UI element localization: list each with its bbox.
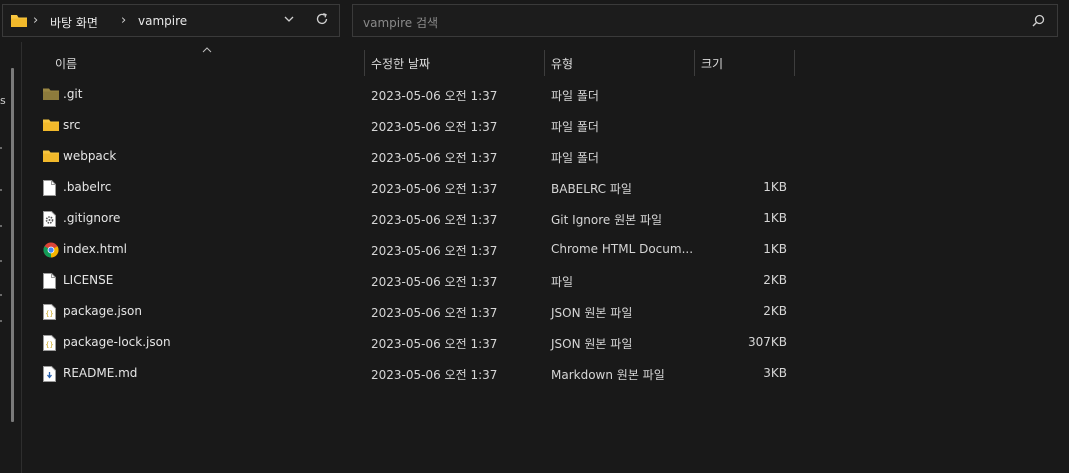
file-size: 307KB	[747, 335, 787, 349]
file-row[interactable]: README.md 2023-05-06 오전 1:37 Markdown 원본 파…	[22, 358, 1069, 389]
svg-text:{}: {}	[45, 310, 53, 318]
markdown-file-icon	[43, 366, 59, 382]
file-size: 1KB	[763, 211, 787, 225]
file-row[interactable]: {} package.json 2023-05-06 오전 1:37 JSON 원본 …	[22, 296, 1069, 327]
file-size: 1KB	[763, 242, 787, 256]
file-row[interactable]: src 2023-05-06 오전 1:37 파일 폴더	[22, 110, 1069, 141]
file-row[interactable]: LICENSE 2023-05-06 오전 1:37 파일 2KB	[22, 265, 1069, 296]
file-name[interactable]: .gitignore	[63, 211, 120, 225]
folder-dark-icon	[43, 87, 59, 103]
column-divider[interactable]	[694, 50, 695, 76]
column-divider[interactable]	[364, 50, 365, 76]
file-date: 2023-05-06 오전 1:37	[371, 182, 498, 196]
file-type: Markdown 원본 파일	[551, 368, 665, 382]
file-type: 파일 폴더	[551, 151, 599, 165]
column-header: 이름 수정한 날짜 유형 크기	[22, 44, 1069, 78]
file-row[interactable]: index.html 2023-05-06 오전 1:37 Chrome HTML …	[22, 234, 1069, 265]
file-type: Git Ignore 원본 파일	[551, 213, 663, 227]
file-name[interactable]: .git	[63, 87, 82, 101]
file-size: 1KB	[763, 180, 787, 194]
chevron-down-icon[interactable]	[283, 13, 295, 28]
breadcrumb-vampire[interactable]: vampire	[138, 14, 187, 28]
breadcrumb-desktop[interactable]: 바탕 화면	[50, 14, 98, 31]
file-row[interactable]: {} package-lock.json 2023-05-06 오전 1:37 JSO…	[22, 327, 1069, 358]
file-date: 2023-05-06 오전 1:37	[371, 89, 498, 103]
column-size[interactable]: 크기	[701, 55, 723, 72]
breadcrumb-chevron-icon[interactable]: ›	[121, 13, 126, 28]
file-row[interactable]: webpack 2023-05-06 오전 1:37 파일 폴더	[22, 141, 1069, 172]
nav-label-fragment: s	[0, 94, 6, 107]
gear-file-icon	[43, 211, 59, 227]
search-input[interactable]: vampire 검색	[363, 14, 438, 31]
column-type[interactable]: 유형	[551, 55, 573, 72]
file-row[interactable]: .gitignore 2023-05-06 오전 1:37 Git Ignore 원…	[22, 203, 1069, 234]
file-row[interactable]: .babelrc 2023-05-06 오전 1:37 BABELRC 파일 1KB	[22, 172, 1069, 203]
column-divider[interactable]	[544, 50, 545, 76]
breadcrumb-chevron-icon[interactable]: ›	[33, 13, 38, 28]
file-type: JSON 원본 파일	[551, 306, 633, 320]
file-name[interactable]: README.md	[63, 366, 137, 380]
folder-icon	[11, 14, 27, 31]
file-date: 2023-05-06 오전 1:37	[371, 275, 498, 289]
svg-text:{}: {}	[45, 341, 53, 349]
column-name[interactable]: 이름	[55, 55, 77, 72]
file-type: 파일	[551, 275, 574, 289]
file-name[interactable]: LICENSE	[63, 273, 113, 287]
sort-ascending-icon	[202, 42, 212, 56]
navigation-pane: s	[0, 42, 22, 473]
file-icon	[43, 273, 59, 289]
search-box[interactable]: vampire 검색	[352, 4, 1058, 37]
file-date: 2023-05-06 오전 1:37	[371, 213, 498, 227]
folder-icon	[43, 149, 59, 165]
file-date: 2023-05-06 오전 1:37	[371, 151, 498, 165]
search-icon[interactable]	[1032, 14, 1045, 30]
file-date: 2023-05-06 오전 1:37	[371, 337, 498, 351]
chrome-icon	[43, 242, 59, 258]
file-icon	[43, 180, 59, 196]
file-date: 2023-05-06 오전 1:37	[371, 368, 498, 382]
file-type: Chrome HTML Docum...	[551, 242, 694, 256]
refresh-icon[interactable]	[315, 12, 329, 29]
file-name[interactable]: package.json	[63, 304, 142, 318]
address-bar[interactable]: › 바탕 화면 › vampire	[2, 4, 340, 37]
file-name[interactable]: package-lock.json	[63, 335, 171, 349]
file-name[interactable]: .babelrc	[63, 180, 111, 194]
file-type: 파일 폴더	[551, 89, 599, 103]
column-divider[interactable]	[794, 50, 795, 76]
file-date: 2023-05-06 오전 1:37	[371, 120, 498, 134]
file-name[interactable]: webpack	[63, 149, 116, 163]
file-size: 3KB	[763, 366, 787, 380]
file-type: JSON 원본 파일	[551, 337, 633, 351]
file-row[interactable]: .git 2023-05-06 오전 1:37 파일 폴더	[22, 79, 1069, 110]
file-date: 2023-05-06 오전 1:37	[371, 306, 498, 320]
file-date: 2023-05-06 오전 1:37	[371, 244, 498, 258]
file-name[interactable]: index.html	[63, 242, 127, 256]
column-date[interactable]: 수정한 날짜	[371, 55, 430, 72]
file-size: 2KB	[763, 273, 787, 287]
json-file-icon: {}	[43, 335, 59, 351]
file-list: .git 2023-05-06 오전 1:37 파일 폴더 src 2023-05-06…	[22, 79, 1069, 389]
file-size: 2KB	[763, 304, 787, 318]
json-file-icon: {}	[43, 304, 59, 320]
folder-icon	[43, 118, 59, 134]
file-type: 파일 폴더	[551, 120, 599, 134]
file-name[interactable]: src	[63, 118, 81, 132]
nav-scrollbar[interactable]	[11, 68, 14, 422]
file-type: BABELRC 파일	[551, 182, 632, 196]
